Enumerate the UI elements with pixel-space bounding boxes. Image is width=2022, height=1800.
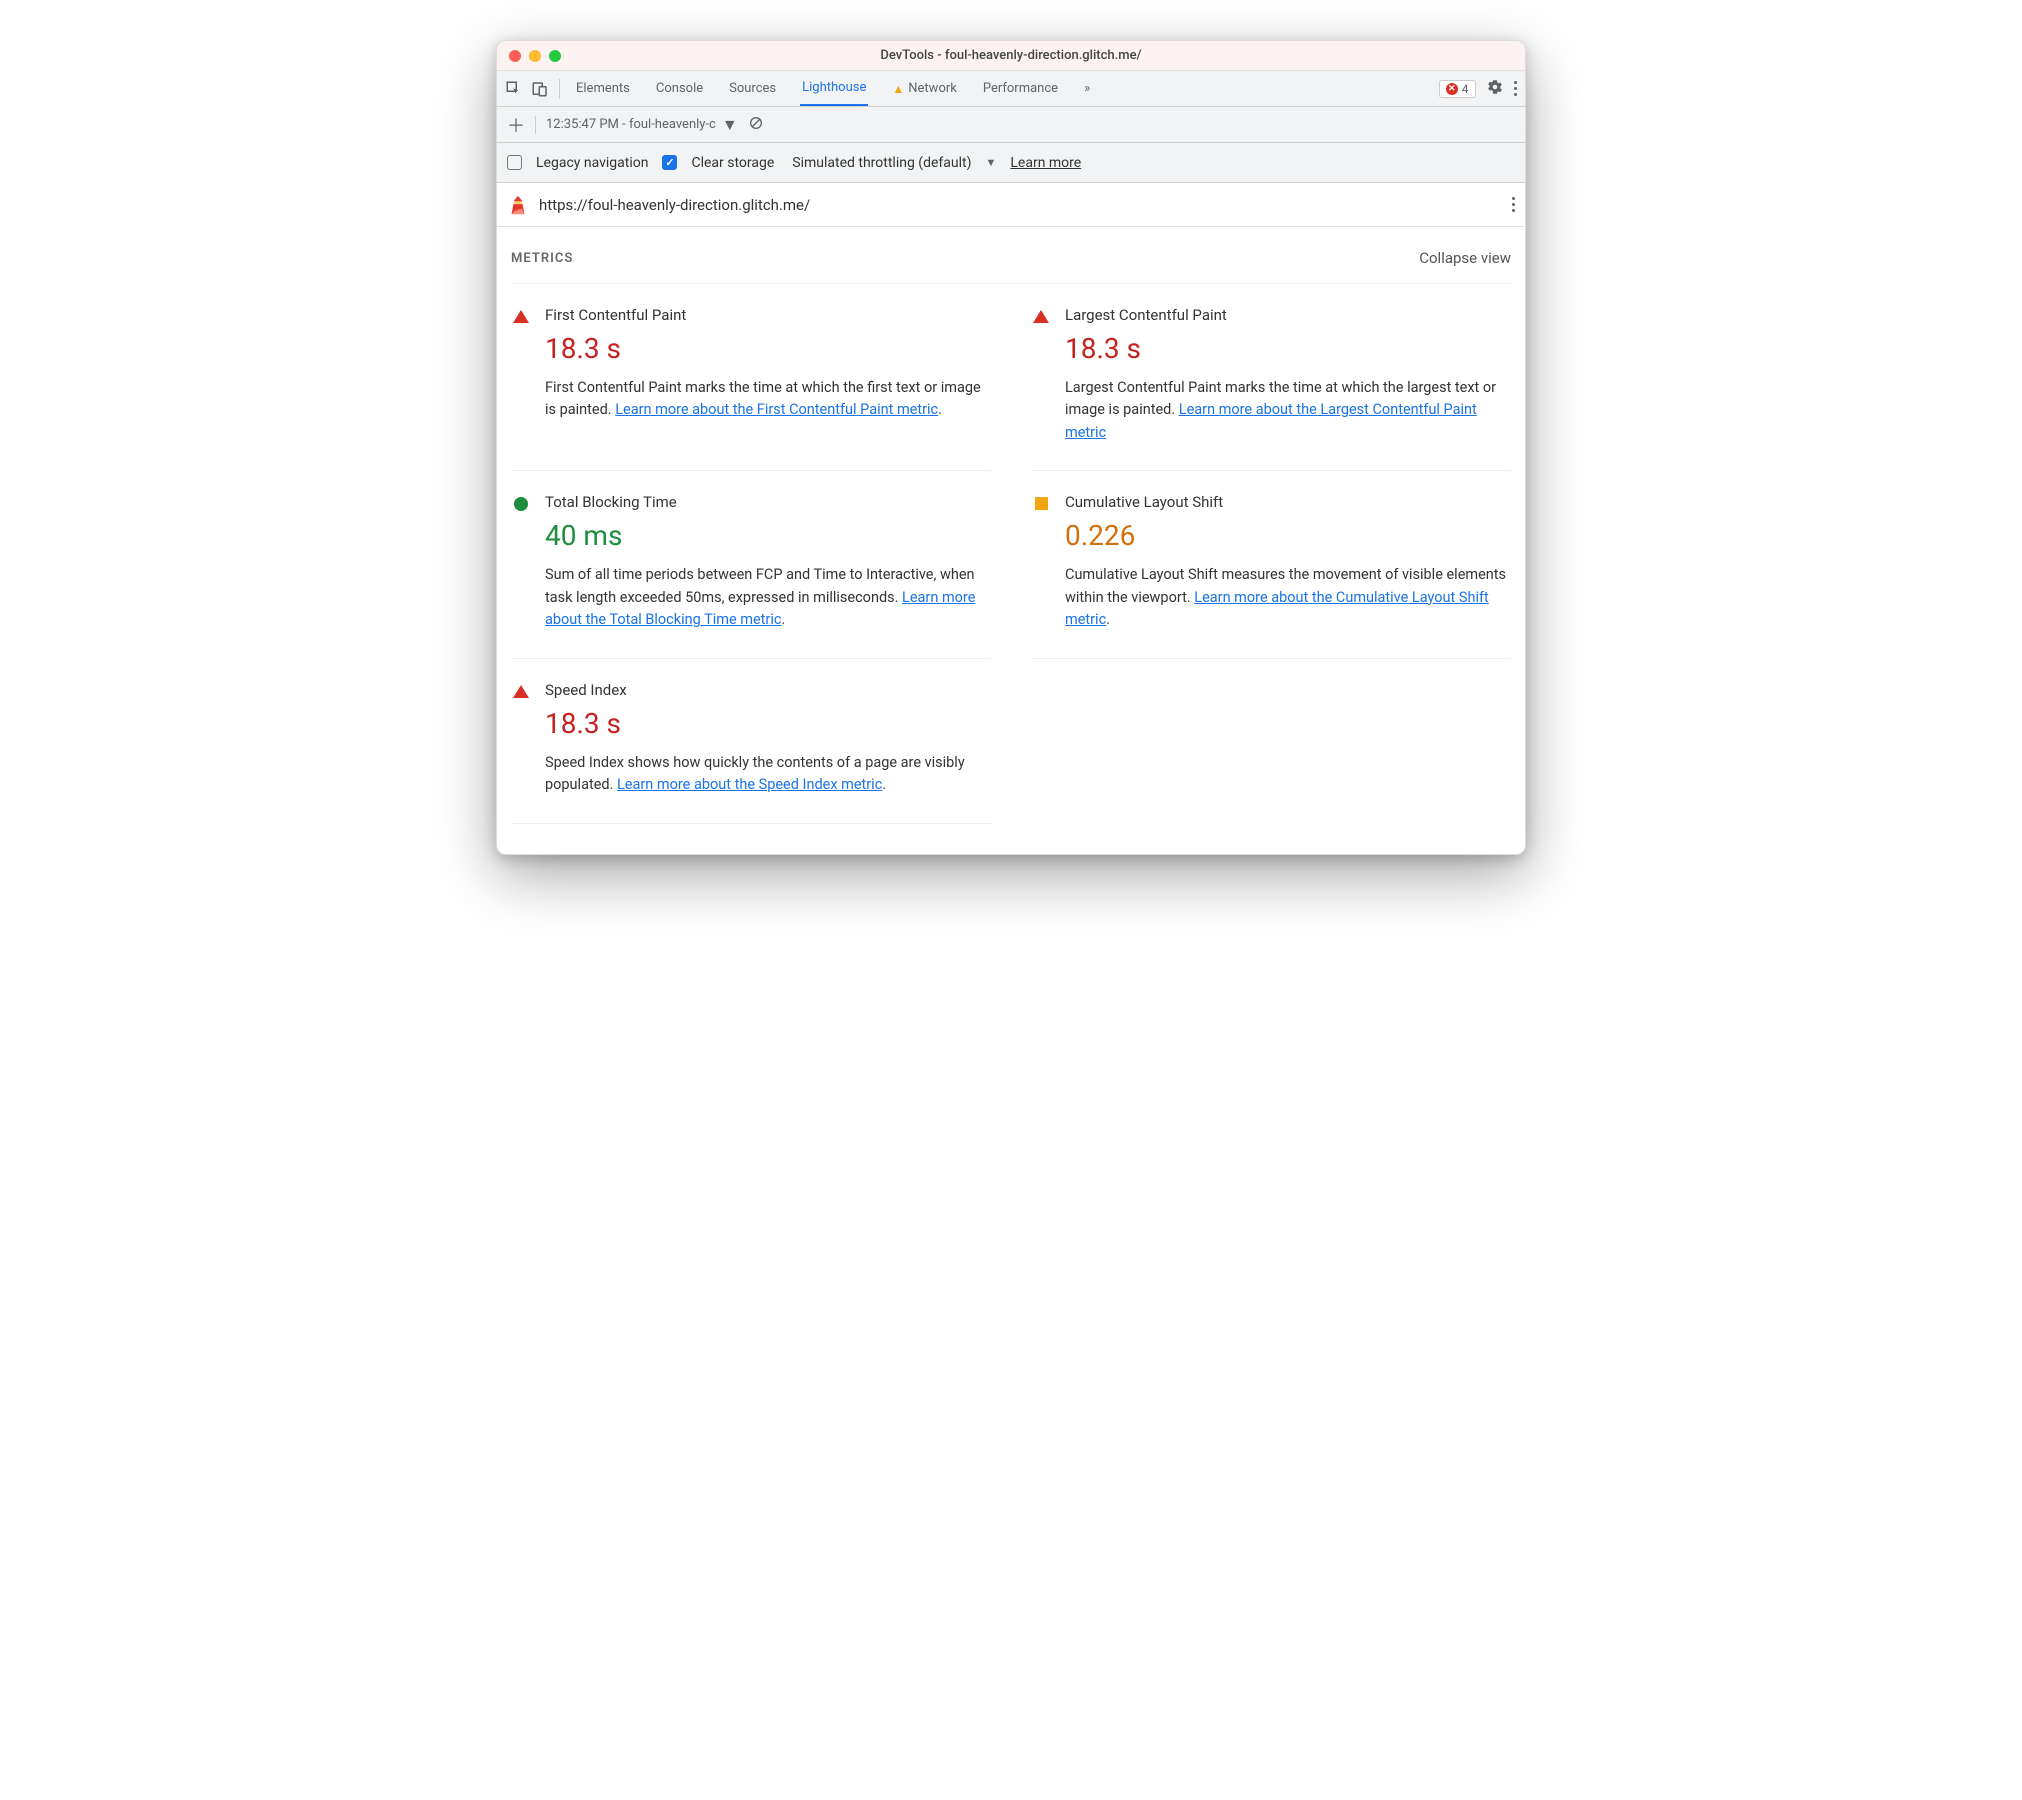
tab-performance[interactable]: Performance — [981, 71, 1060, 106]
metric-learn-more-link[interactable]: Learn more about the Cumulative Layout S… — [1065, 589, 1489, 628]
metric-card: Speed Index 18.3 s Speed Index shows how q… — [511, 659, 991, 824]
clear-storage-label: Clear storage — [691, 155, 774, 171]
error-count-badge[interactable]: ✕ 4 — [1439, 80, 1476, 98]
metric-description: Cumulative Layout Shift measures the mov… — [1065, 564, 1511, 631]
tab-lighthouse[interactable]: Lighthouse — [800, 71, 868, 106]
tab-sources[interactable]: Sources — [727, 71, 778, 106]
collapse-view-button[interactable]: Collapse view — [1419, 249, 1511, 267]
metric-description: Largest Contentful Paint marks the time … — [1065, 377, 1511, 444]
metric-learn-more-link[interactable]: Learn more about the Total Blocking Time… — [545, 589, 975, 628]
chevron-down-icon: ▼ — [722, 115, 738, 135]
options-bar: Legacy navigation Clear storage Simulate… — [497, 143, 1525, 183]
report-content: METRICS Collapse view First Contentful P… — [497, 227, 1525, 854]
tab-elements[interactable]: Elements — [574, 71, 632, 106]
metric-name: Largest Contentful Paint — [1065, 306, 1511, 324]
panel-tabs: Elements Console Sources Lighthouse ▲ Ne… — [574, 71, 1092, 106]
new-report-button[interactable]: ＋ — [507, 112, 525, 138]
section-title: METRICS — [511, 251, 573, 266]
metric-description: First Contentful Paint marks the time at… — [545, 377, 991, 422]
clear-report-icon[interactable] — [748, 115, 764, 135]
metric-learn-more-link[interactable]: Learn more about the Speed Index metric — [617, 776, 882, 793]
metric-value: 18.3 s — [545, 332, 991, 365]
metric-description: Speed Index shows how quickly the conten… — [545, 752, 991, 797]
window-title: DevTools - foul-heavenly-direction.glitc… — [497, 48, 1525, 63]
more-menu-icon[interactable] — [1514, 81, 1518, 97]
tab-network-label: Network — [908, 81, 957, 96]
metric-card: First Contentful Paint 18.3 s First Conten… — [511, 284, 991, 471]
metric-status-icon — [511, 493, 531, 631]
report-menu-icon[interactable] — [1512, 197, 1516, 213]
metric-name: Speed Index — [545, 681, 991, 699]
page-url: https://foul-heavenly-direction.glitch.m… — [539, 196, 810, 214]
throttling-label: Simulated throttling (default) — [792, 155, 971, 171]
url-bar: https://foul-heavenly-direction.glitch.m… — [497, 183, 1525, 227]
separator — [559, 79, 560, 99]
titlebar: DevTools - foul-heavenly-direction.glitc… — [497, 41, 1525, 71]
metric-value: 18.3 s — [545, 707, 991, 740]
clear-storage-checkbox[interactable] — [662, 155, 677, 170]
metric-name: Cumulative Layout Shift — [1065, 493, 1511, 511]
settings-icon[interactable] — [1486, 78, 1504, 100]
toolbar-right: ✕ 4 — [1439, 78, 1517, 100]
metric-status-icon — [511, 306, 531, 444]
inspect-element-icon[interactable] — [505, 80, 523, 98]
legacy-navigation-checkbox[interactable] — [507, 155, 522, 170]
error-count: 4 — [1462, 82, 1469, 96]
devtools-window: DevTools - foul-heavenly-direction.glitc… — [496, 40, 1526, 855]
metric-status-icon — [1031, 306, 1051, 444]
tabs-overflow[interactable]: » — [1082, 71, 1092, 106]
lighthouse-icon — [507, 194, 529, 216]
warning-icon: ▲ — [892, 82, 904, 96]
report-label: 12:35:47 PM - foul-heavenly-c — [546, 117, 716, 132]
report-selector[interactable]: 12:35:47 PM - foul-heavenly-c ▼ — [546, 115, 738, 135]
learn-more-link[interactable]: Learn more — [1010, 155, 1081, 171]
metric-name: First Contentful Paint — [545, 306, 991, 324]
separator — [535, 116, 536, 134]
metric-status-icon — [511, 681, 531, 797]
metric-card: Largest Contentful Paint 18.3 s Largest Co… — [1031, 284, 1511, 471]
main-toolbar: Elements Console Sources Lighthouse ▲ Ne… — [497, 71, 1525, 107]
metric-card: Cumulative Layout Shift 0.226 Cumulative L… — [1031, 471, 1511, 658]
tab-console[interactable]: Console — [654, 71, 705, 106]
metric-card: Total Blocking Time 40 ms Sum of all time … — [511, 471, 991, 658]
metric-value: 0.226 — [1065, 519, 1511, 552]
metric-learn-more-link[interactable]: Learn more about the First Contentful Pa… — [615, 401, 938, 418]
metrics-section-header: METRICS Collapse view — [511, 245, 1511, 284]
metric-learn-more-link[interactable]: Learn more about the Largest Contentful … — [1065, 401, 1477, 440]
metric-value: 40 ms — [545, 519, 991, 552]
lighthouse-subbar: ＋ 12:35:47 PM - foul-heavenly-c ▼ — [497, 107, 1525, 143]
throttling-chevron-icon[interactable]: ▼ — [985, 156, 996, 169]
tab-network[interactable]: ▲ Network — [890, 71, 959, 106]
metrics-grid: First Contentful Paint 18.3 s First Conten… — [511, 284, 1511, 824]
device-toolbar-icon[interactable] — [531, 80, 549, 98]
metric-name: Total Blocking Time — [545, 493, 991, 511]
metric-description: Sum of all time periods between FCP and … — [545, 564, 991, 631]
error-icon: ✕ — [1446, 83, 1458, 95]
metric-value: 18.3 s — [1065, 332, 1511, 365]
metric-status-icon — [1031, 493, 1051, 631]
legacy-navigation-label: Legacy navigation — [536, 155, 648, 171]
